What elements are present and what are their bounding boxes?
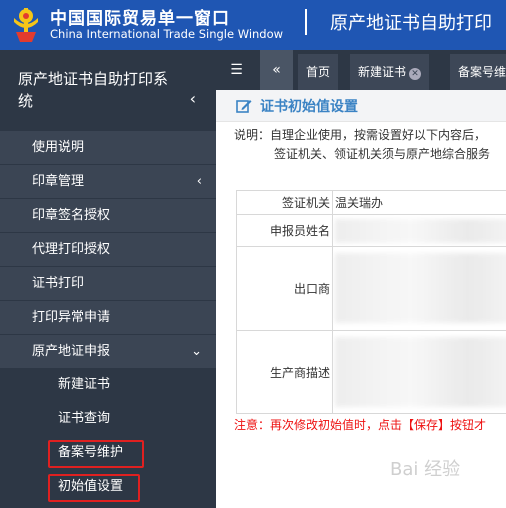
edit-icon bbox=[236, 100, 252, 113]
page-title: 证书初始值设置 bbox=[260, 99, 358, 115]
sidebar-system-title[interactable]: 原产地证书自助打印系统 ‹ bbox=[0, 50, 216, 130]
sidebar-item-label: 原产地证申报 bbox=[32, 344, 111, 359]
sidebar-item-origin-declaration[interactable]: 原产地证申报 ⌄ bbox=[0, 334, 216, 368]
field-label: 出口商 bbox=[237, 247, 333, 330]
tab-new-certificate[interactable]: 新建证书 ✕ bbox=[350, 54, 430, 90]
sidebar-subitem-label: 证书查询 bbox=[58, 411, 111, 426]
sidebar-item-seal-management[interactable]: 印章管理 ‹ bbox=[0, 164, 216, 198]
warning-text: 注意：再次修改初始值时，点击【保存】按钮才 bbox=[234, 418, 487, 432]
declarant-name-field[interactable] bbox=[333, 215, 506, 246]
form-row-exporter: 出口商 bbox=[236, 246, 506, 330]
brand-title-cn: 中国国际贸易单一窗口 bbox=[50, 9, 230, 29]
sidebar-item-label: 印章签名授权 bbox=[32, 208, 111, 223]
tab-home[interactable]: 首页 bbox=[298, 54, 339, 90]
tab-label: 首页 bbox=[306, 65, 331, 79]
sidebar-item-usage-guide[interactable]: 使用说明 bbox=[0, 130, 216, 164]
sidebar-item-seal-signature-auth[interactable]: 印章签名授权 bbox=[0, 198, 216, 232]
menu-toggle-icon[interactable]: ☰ bbox=[220, 50, 253, 90]
sidebar-menu: 使用说明 印章管理 ‹ 印章签名授权 代理打印授权 证书打印 打印异常申请 原产地… bbox=[0, 130, 216, 504]
sidebar-title-text: 原产地证书自助打印系统 bbox=[18, 70, 169, 110]
watermark: Bai 经验 bbox=[390, 459, 461, 480]
sidebar-item-label: 打印异常申请 bbox=[32, 310, 111, 325]
tab-record-number[interactable]: 备案号维 bbox=[450, 54, 506, 90]
sidebar-subitem-initial-settings[interactable]: 初始值设置 bbox=[0, 470, 216, 504]
tab-bar: ☰ « 首页 新建证书 ✕ 备案号维 bbox=[216, 50, 506, 90]
sidebar-subitem-record-number[interactable]: 备案号维护 bbox=[0, 436, 216, 470]
sidebar-item-agent-print-auth[interactable]: 代理打印授权 bbox=[0, 232, 216, 266]
main-content: 证书初始值设置 说明：自理企业使用，按需设置好以下内容后， 签证机关、领证机关须… bbox=[216, 90, 506, 508]
sidebar-item-label: 证书打印 bbox=[32, 276, 85, 291]
exporter-field[interactable] bbox=[333, 247, 506, 330]
sidebar-item-print-exception[interactable]: 打印异常申请 bbox=[0, 300, 216, 334]
form-row-manufacturer: 生产商描述 bbox=[236, 330, 506, 414]
scroll-left-icon[interactable]: « bbox=[260, 50, 293, 90]
instruction-text-cont: 签证机关、领证机关须与原产地综合服务 bbox=[274, 147, 491, 161]
sidebar-item-certificate-print[interactable]: 证书打印 bbox=[0, 266, 216, 300]
settings-form: 签证机关 温关瑞办 申报员姓名 出口商 生产商描述 bbox=[236, 190, 506, 414]
field-label: 生产商描述 bbox=[237, 331, 333, 413]
highlight-box bbox=[48, 474, 140, 502]
sidebar-subitem-new-certificate[interactable]: 新建证书 bbox=[0, 368, 216, 402]
sidebar-subitem-label: 新建证书 bbox=[58, 377, 111, 392]
highlight-box bbox=[48, 440, 144, 468]
tab-label: 备案号维 bbox=[458, 65, 506, 79]
customs-emblem-icon bbox=[14, 8, 38, 42]
sidebar-item-label: 印章管理 bbox=[32, 174, 85, 189]
sidebar-item-label: 使用说明 bbox=[32, 140, 85, 155]
manufacturer-field[interactable] bbox=[333, 331, 506, 413]
field-label: 签证机关 bbox=[237, 191, 333, 214]
close-icon[interactable]: ✕ bbox=[409, 68, 422, 80]
form-row-visa-authority: 签证机关 温关瑞办 bbox=[236, 190, 506, 214]
form-row-declarant-name: 申报员姓名 bbox=[236, 214, 506, 246]
header-divider bbox=[305, 9, 307, 35]
chevron-left-icon[interactable]: ‹ bbox=[190, 88, 196, 110]
visa-authority-field[interactable]: 温关瑞办 bbox=[333, 191, 506, 214]
chevron-down-icon: ⌄ bbox=[191, 344, 202, 359]
top-header: 中国国际贸易单一窗口 China International Trade Sin… bbox=[0, 0, 506, 50]
sidebar-subitem-certificate-query[interactable]: 证书查询 bbox=[0, 402, 216, 436]
sidebar: 原产地证书自助打印系统 ‹ 使用说明 印章管理 ‹ 印章签名授权 代理打印授权 证… bbox=[0, 50, 216, 508]
tab-label: 新建证书 bbox=[358, 65, 407, 79]
field-label: 申报员姓名 bbox=[237, 215, 333, 246]
page-header: 证书初始值设置 bbox=[216, 90, 506, 122]
sidebar-item-label: 代理打印授权 bbox=[32, 242, 111, 257]
module-title: 原产地证书自助打印 bbox=[330, 13, 492, 34]
brand-title-en: China International Trade Single Window bbox=[50, 27, 284, 41]
chevron-left-icon: ‹ bbox=[196, 174, 202, 189]
instruction-text: 说明：自理企业使用，按需设置好以下内容后， bbox=[234, 128, 487, 142]
